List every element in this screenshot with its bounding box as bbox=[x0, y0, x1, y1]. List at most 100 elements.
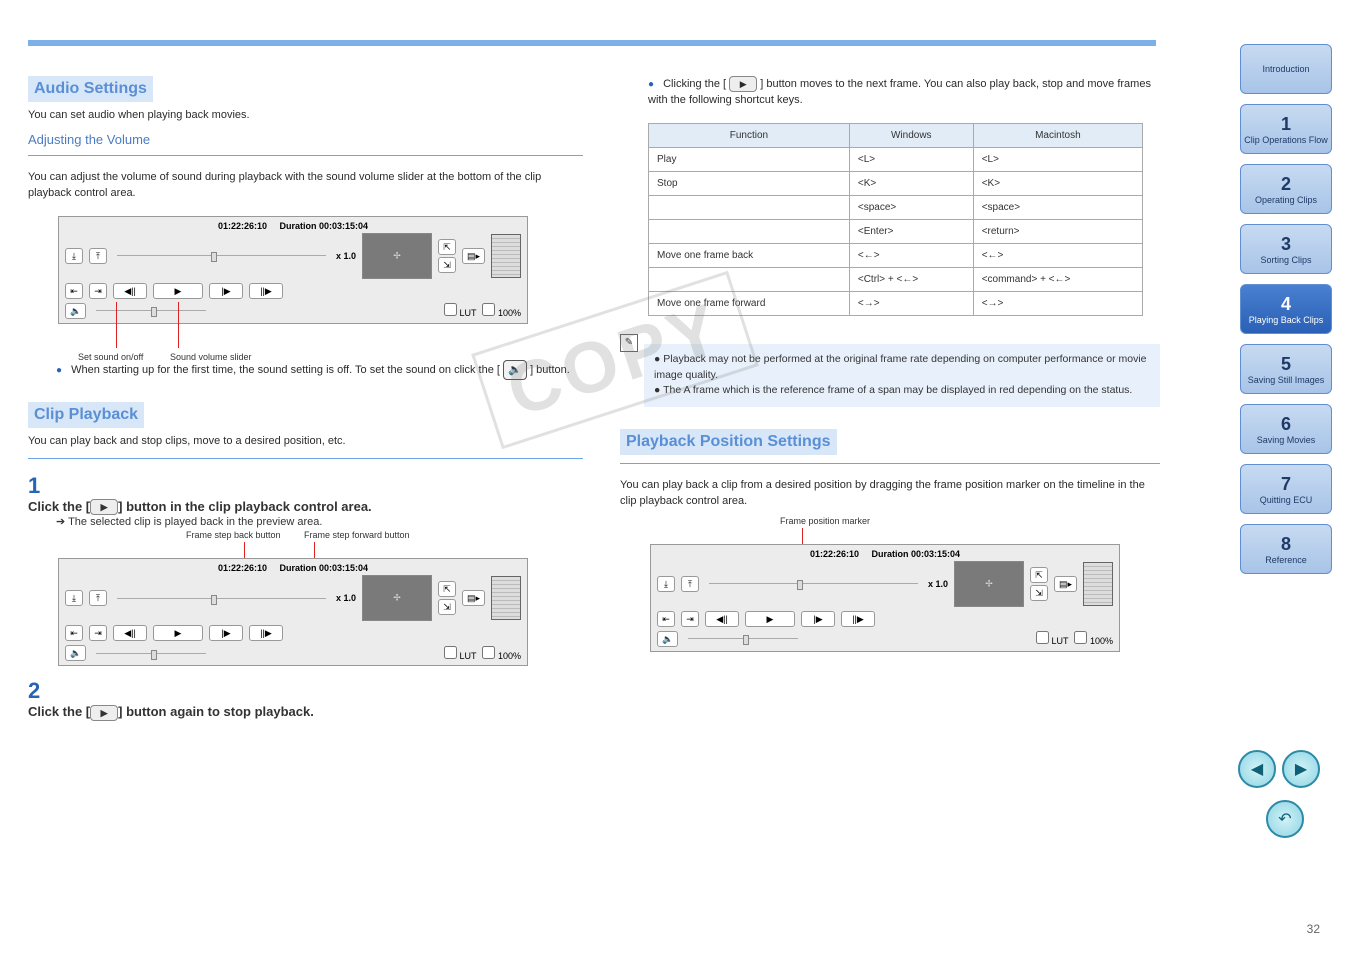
table-cell: Stop bbox=[649, 171, 850, 195]
step-back-button[interactable]: ◀|| bbox=[113, 283, 147, 299]
goto-in-button[interactable]: ⇤ bbox=[65, 283, 83, 299]
volume-slider[interactable] bbox=[96, 310, 206, 311]
play-icon: ▶ bbox=[729, 76, 757, 92]
timeline-slider[interactable] bbox=[117, 255, 326, 256]
multi-view-button[interactable]: ▤▸ bbox=[1054, 576, 1077, 592]
sidebar-item-label: Saving Still Images bbox=[1241, 375, 1331, 385]
expand-in-button[interactable]: ⇱ bbox=[438, 239, 456, 255]
sidebar-item-number: 2 bbox=[1241, 174, 1331, 195]
table-cell: <command> + <←> bbox=[973, 267, 1142, 291]
step-forward-button[interactable]: |▶ bbox=[801, 611, 835, 627]
duration-value: 00:03:15:04 bbox=[319, 221, 368, 231]
timeline-slider[interactable] bbox=[117, 598, 326, 599]
heading-audio-text: Audio Settings bbox=[28, 76, 153, 102]
mark-in-button[interactable]: ⤓ bbox=[65, 590, 83, 606]
subheading-volume: Adjusting the Volume bbox=[28, 132, 583, 147]
play-button[interactable]: ▶ bbox=[153, 283, 203, 299]
step-forward-button[interactable]: |▶ bbox=[209, 283, 243, 299]
sidebar-item[interactable]: 3Sorting Clips bbox=[1240, 224, 1332, 274]
th-mac: Macintosh bbox=[973, 123, 1142, 147]
mark-in-button[interactable]: ⤓ bbox=[657, 576, 675, 592]
frame-step-description: Clicking the [ ▶ ] button moves to the n… bbox=[648, 76, 1160, 109]
goto-in-button[interactable]: ⇤ bbox=[65, 625, 83, 641]
goto-in-button[interactable]: ⇤ bbox=[657, 611, 675, 627]
step-number-2: 2 bbox=[28, 678, 56, 704]
volume-slider[interactable] bbox=[688, 638, 798, 639]
expand-in-button[interactable]: ⇱ bbox=[1030, 567, 1048, 583]
sidebar-item[interactable]: 6Saving Movies bbox=[1240, 404, 1332, 454]
mark-out-button[interactable]: ⤒ bbox=[89, 590, 107, 606]
heading-position-text: Playback Position Settings bbox=[620, 429, 837, 455]
filmstrip-icon bbox=[1083, 562, 1113, 606]
sound-toggle-button[interactable]: 🔈 bbox=[65, 303, 86, 319]
preview-thumbnail: ✢ bbox=[362, 233, 432, 279]
sidebar-item-label: Playing Back Clips bbox=[1241, 315, 1331, 325]
next-frame-button[interactable]: ||▶ bbox=[841, 611, 875, 627]
expand-in-button[interactable]: ⇱ bbox=[438, 581, 456, 597]
note-text-1: When starting up for the first time, the… bbox=[71, 364, 500, 376]
step-1-text: Click the [▶] button in the clip playbac… bbox=[28, 499, 553, 516]
multi-view-button[interactable]: ▤▸ bbox=[462, 248, 485, 264]
audio-description: You can set audio when playing back movi… bbox=[28, 108, 583, 124]
back-button[interactable]: ↶ bbox=[1266, 800, 1304, 838]
next-frame-button[interactable]: ||▶ bbox=[249, 283, 283, 299]
step-1: 1 Click the [▶] button in the clip playb… bbox=[28, 473, 583, 529]
goto-out-button[interactable]: ⇥ bbox=[89, 625, 107, 641]
table-cell: <←> bbox=[849, 243, 973, 267]
step-back-button[interactable]: ◀|| bbox=[113, 625, 147, 641]
next-frame-button[interactable]: ||▶ bbox=[249, 625, 283, 641]
sound-toggle-button[interactable]: 🔈 bbox=[65, 645, 86, 661]
sidebar-item[interactable]: 2Operating Clips bbox=[1240, 164, 1332, 214]
mark-in-button[interactable]: ⤓ bbox=[65, 248, 83, 264]
next-page-button[interactable]: ▶ bbox=[1282, 750, 1320, 788]
right-column: Clicking the [ ▶ ] button moves to the n… bbox=[620, 76, 1160, 652]
lut-checkbox[interactable]: LUT bbox=[444, 646, 477, 661]
rule bbox=[28, 458, 583, 459]
table-row: <Ctrl> + <←><command> + <←> bbox=[649, 267, 1143, 291]
playback-control-bar: 01:22:26:10 Duration 00:03:15:04 ⤓ ⤒ x 1… bbox=[58, 558, 528, 666]
goto-out-button[interactable]: ⇥ bbox=[681, 611, 699, 627]
table-cell: <→> bbox=[849, 291, 973, 315]
play-button[interactable]: ▶ bbox=[745, 611, 795, 627]
table-row: Stop<K><K> bbox=[649, 171, 1143, 195]
sidebar-item[interactable]: 5Saving Still Images bbox=[1240, 344, 1332, 394]
table-cell: <space> bbox=[849, 195, 973, 219]
mark-out-button[interactable]: ⤒ bbox=[89, 248, 107, 264]
lut-checkbox[interactable]: LUT bbox=[1036, 631, 1069, 646]
duration-label: Duration bbox=[280, 563, 317, 573]
zoom-checkbox[interactable]: 100% bbox=[482, 646, 521, 661]
sidebar-item[interactable]: 1Clip Operations Flow bbox=[1240, 104, 1332, 154]
marker-step-forward: Frame step forward button bbox=[304, 530, 410, 540]
note-text-2: ] button. bbox=[530, 364, 570, 376]
left-column: Audio Settings You can set audio when pl… bbox=[28, 76, 583, 729]
marker-sound-toggle: Set sound on/off bbox=[78, 352, 143, 362]
timecode: 01:22:26:10 bbox=[218, 563, 267, 573]
expand-out-button[interactable]: ⇲ bbox=[438, 257, 456, 273]
lut-checkbox[interactable]: LUT bbox=[444, 303, 477, 318]
multi-view-button[interactable]: ▤▸ bbox=[462, 590, 485, 606]
goto-out-button[interactable]: ⇥ bbox=[89, 283, 107, 299]
sidebar-item[interactable]: Introduction bbox=[1240, 44, 1332, 94]
timeline-slider[interactable] bbox=[709, 583, 918, 584]
play-button[interactable]: ▶ bbox=[153, 625, 203, 641]
step-back-button[interactable]: ◀|| bbox=[705, 611, 739, 627]
table-cell: <Ctrl> + <←> bbox=[849, 267, 973, 291]
prev-page-button[interactable]: ◀ bbox=[1238, 750, 1276, 788]
zoom-checkbox[interactable]: 100% bbox=[1074, 631, 1113, 646]
sound-toggle-button[interactable]: 🔈 bbox=[657, 631, 678, 647]
sidebar-item[interactable]: 7Quitting ECU bbox=[1240, 464, 1332, 514]
step-forward-button[interactable]: |▶ bbox=[209, 625, 243, 641]
table-row: Move one frame forward<→><→> bbox=[649, 291, 1143, 315]
rule bbox=[620, 463, 1160, 464]
sidebar-item[interactable]: 4Playing Back Clips bbox=[1240, 284, 1332, 334]
sidebar-item-label: Saving Movies bbox=[1241, 435, 1331, 445]
table-row: <space><space> bbox=[649, 195, 1143, 219]
expand-out-button[interactable]: ⇲ bbox=[1030, 585, 1048, 601]
zoom-checkbox[interactable]: 100% bbox=[482, 303, 521, 318]
mark-out-button[interactable]: ⤒ bbox=[681, 576, 699, 592]
sidebar-item[interactable]: 8Reference bbox=[1240, 524, 1332, 574]
marker-frame-position: Frame position marker bbox=[780, 516, 870, 526]
sidebar-item-label: Clip Operations Flow bbox=[1241, 135, 1331, 145]
expand-out-button[interactable]: ⇲ bbox=[438, 599, 456, 615]
volume-slider[interactable] bbox=[96, 653, 206, 654]
